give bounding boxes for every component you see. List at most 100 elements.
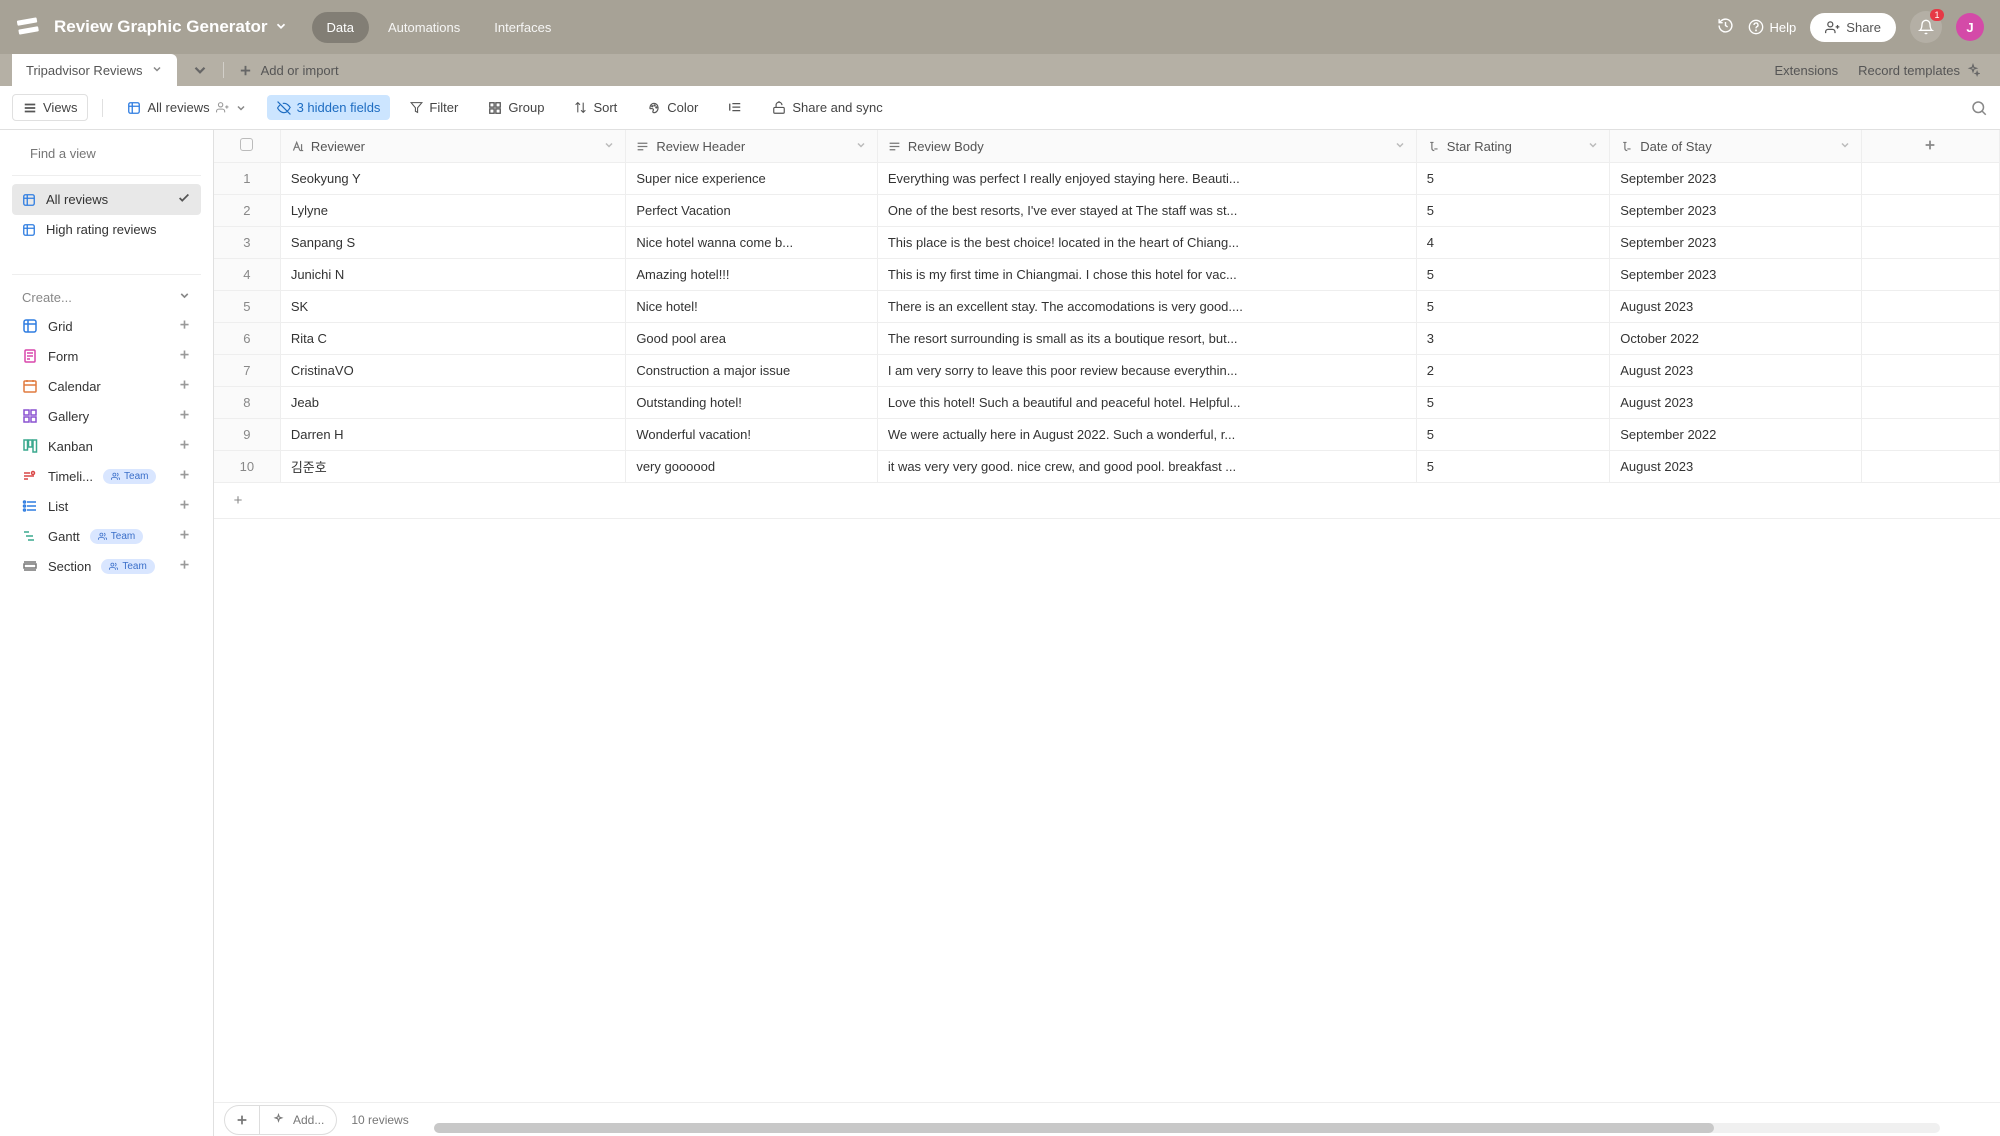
cell-review-body[interactable]: Everything was perfect I really enjoyed … bbox=[877, 163, 1416, 195]
color-button[interactable]: Color bbox=[637, 95, 708, 120]
chevron-down-icon[interactable] bbox=[1587, 139, 1599, 154]
notification-button[interactable]: 1 bbox=[1910, 11, 1942, 43]
sidebar-view-item[interactable]: High rating reviews bbox=[12, 215, 201, 244]
create-view-option[interactable]: Timeli...Team bbox=[12, 461, 201, 491]
create-view-option[interactable]: Kanban bbox=[12, 431, 201, 461]
cell-reviewer[interactable]: CristinaVO bbox=[280, 355, 625, 387]
table-row[interactable]: 7 CristinaVO Construction a major issue … bbox=[214, 355, 2000, 387]
cell-review-body[interactable]: We were actually here in August 2022. Su… bbox=[877, 419, 1416, 451]
cell-star-rating[interactable]: 4 bbox=[1416, 227, 1609, 259]
chevron-down-icon[interactable] bbox=[603, 139, 615, 154]
cell-star-rating[interactable]: 5 bbox=[1416, 163, 1609, 195]
plus-icon[interactable] bbox=[178, 558, 191, 574]
share-button[interactable]: Share bbox=[1810, 13, 1896, 42]
cell-reviewer[interactable]: Rita C bbox=[280, 323, 625, 355]
group-button[interactable]: Group bbox=[478, 95, 554, 120]
row-number[interactable]: 9 bbox=[214, 419, 280, 451]
cell-star-rating[interactable]: 3 bbox=[1416, 323, 1609, 355]
cell-star-rating[interactable]: 5 bbox=[1416, 451, 1609, 483]
cell-date-of-stay[interactable]: September 2023 bbox=[1610, 259, 1862, 291]
extensions-button[interactable]: Extensions bbox=[1775, 63, 1839, 78]
row-number[interactable]: 2 bbox=[214, 195, 280, 227]
cell-review-body[interactable]: Love this hotel! Such a beautiful and pe… bbox=[877, 387, 1416, 419]
app-title[interactable]: Review Graphic Generator bbox=[54, 17, 268, 37]
hidden-fields-button[interactable]: 3 hidden fields bbox=[267, 95, 391, 120]
cell-date-of-stay[interactable]: August 2023 bbox=[1610, 355, 1862, 387]
cell-review-header[interactable]: Super nice experience bbox=[626, 163, 878, 195]
filter-button[interactable]: Filter bbox=[400, 95, 468, 120]
cell-reviewer[interactable]: Junichi N bbox=[280, 259, 625, 291]
cell-star-rating[interactable]: 5 bbox=[1416, 259, 1609, 291]
row-number[interactable]: 8 bbox=[214, 387, 280, 419]
cell-date-of-stay[interactable]: September 2023 bbox=[1610, 227, 1862, 259]
cell-date-of-stay[interactable]: August 2023 bbox=[1610, 451, 1862, 483]
cell-star-rating[interactable]: 2 bbox=[1416, 355, 1609, 387]
add-row-button[interactable]: + bbox=[214, 492, 262, 509]
select-all-header[interactable] bbox=[214, 130, 280, 163]
plus-icon[interactable] bbox=[178, 348, 191, 364]
views-button[interactable]: Views bbox=[12, 94, 88, 121]
row-height-button[interactable] bbox=[718, 96, 752, 120]
cell-review-body[interactable]: This place is the best choice! located i… bbox=[877, 227, 1416, 259]
table-row[interactable]: 3 Sanpang S Nice hotel wanna come b... T… bbox=[214, 227, 2000, 259]
column-header-review-body[interactable]: Review Body bbox=[877, 130, 1416, 163]
row-number[interactable]: 7 bbox=[214, 355, 280, 387]
cell-reviewer[interactable]: Seokyung Y bbox=[280, 163, 625, 195]
column-header-date-of-stay[interactable]: Date of Stay bbox=[1610, 130, 1862, 163]
footer-add-button[interactable] bbox=[224, 1105, 260, 1135]
table-row[interactable]: 9 Darren H Wonderful vacation! We were a… bbox=[214, 419, 2000, 451]
cell-review-header[interactable]: Nice hotel! bbox=[626, 291, 878, 323]
create-view-option[interactable]: SectionTeam bbox=[12, 551, 201, 581]
column-header-reviewer[interactable]: Reviewer bbox=[280, 130, 625, 163]
add-or-import-button[interactable]: Add or import bbox=[238, 63, 339, 78]
avatar[interactable]: J bbox=[1956, 13, 1984, 41]
cell-date-of-stay[interactable]: September 2023 bbox=[1610, 163, 1862, 195]
cell-review-header[interactable]: very goooood bbox=[626, 451, 878, 483]
cell-review-body[interactable]: One of the best resorts, I've ever staye… bbox=[877, 195, 1416, 227]
tab-data[interactable]: Data bbox=[312, 12, 369, 43]
cell-review-header[interactable]: Outstanding hotel! bbox=[626, 387, 878, 419]
table-row[interactable]: 5 SK Nice hotel! There is an excellent s… bbox=[214, 291, 2000, 323]
cell-review-body[interactable]: The resort surrounding is small as its a… bbox=[877, 323, 1416, 355]
cell-date-of-stay[interactable]: August 2023 bbox=[1610, 387, 1862, 419]
add-column-button[interactable] bbox=[1861, 130, 1999, 163]
plus-icon[interactable] bbox=[178, 498, 191, 514]
cell-review-header[interactable]: Perfect Vacation bbox=[626, 195, 878, 227]
create-view-option[interactable]: Form bbox=[12, 341, 201, 371]
cell-reviewer[interactable]: Jeab bbox=[280, 387, 625, 419]
cell-review-header[interactable]: Amazing hotel!!! bbox=[626, 259, 878, 291]
plus-icon[interactable] bbox=[178, 438, 191, 454]
table-tab-active[interactable]: Tripadvisor Reviews bbox=[12, 54, 177, 86]
cell-review-body[interactable]: I am very sorry to leave this poor revie… bbox=[877, 355, 1416, 387]
tab-interfaces[interactable]: Interfaces bbox=[479, 12, 566, 43]
checkbox-icon[interactable] bbox=[240, 138, 253, 151]
row-number[interactable]: 3 bbox=[214, 227, 280, 259]
table-row[interactable]: 6 Rita C Good pool area The resort surro… bbox=[214, 323, 2000, 355]
cell-date-of-stay[interactable]: October 2022 bbox=[1610, 323, 1862, 355]
search-icon[interactable] bbox=[1970, 99, 1988, 117]
sidebar-view-item[interactable]: All reviews bbox=[12, 184, 201, 215]
cell-star-rating[interactable]: 5 bbox=[1416, 195, 1609, 227]
row-number[interactable]: 1 bbox=[214, 163, 280, 195]
table-row[interactable]: 10 김준호 very goooood it was very very goo… bbox=[214, 451, 2000, 483]
create-view-option[interactable]: GanttTeam bbox=[12, 521, 201, 551]
plus-icon[interactable] bbox=[178, 468, 191, 484]
cell-review-body[interactable]: There is an excellent stay. The accomoda… bbox=[877, 291, 1416, 323]
horizontal-scrollbar[interactable] bbox=[434, 1123, 1940, 1133]
cell-reviewer[interactable]: Lylyne bbox=[280, 195, 625, 227]
chevron-down-icon[interactable] bbox=[274, 19, 288, 36]
create-section-header[interactable]: Create... bbox=[12, 283, 201, 311]
sort-button[interactable]: Sort bbox=[564, 95, 627, 120]
view-search[interactable] bbox=[12, 140, 201, 167]
help-button[interactable]: Help bbox=[1748, 19, 1797, 35]
cell-review-header[interactable]: Nice hotel wanna come b... bbox=[626, 227, 878, 259]
chevron-down-icon[interactable] bbox=[151, 63, 163, 78]
current-view[interactable]: All reviews bbox=[117, 95, 256, 120]
table-row[interactable]: 1 Seokyung Y Super nice experience Every… bbox=[214, 163, 2000, 195]
row-number[interactable]: 4 bbox=[214, 259, 280, 291]
chevron-down-icon[interactable] bbox=[191, 61, 209, 79]
column-header-star-rating[interactable]: Star Rating bbox=[1416, 130, 1609, 163]
record-templates-button[interactable]: Record templates bbox=[1858, 63, 1980, 78]
cell-review-body[interactable]: This is my first time in Chiangmai. I ch… bbox=[877, 259, 1416, 291]
row-number[interactable]: 10 bbox=[214, 451, 280, 483]
